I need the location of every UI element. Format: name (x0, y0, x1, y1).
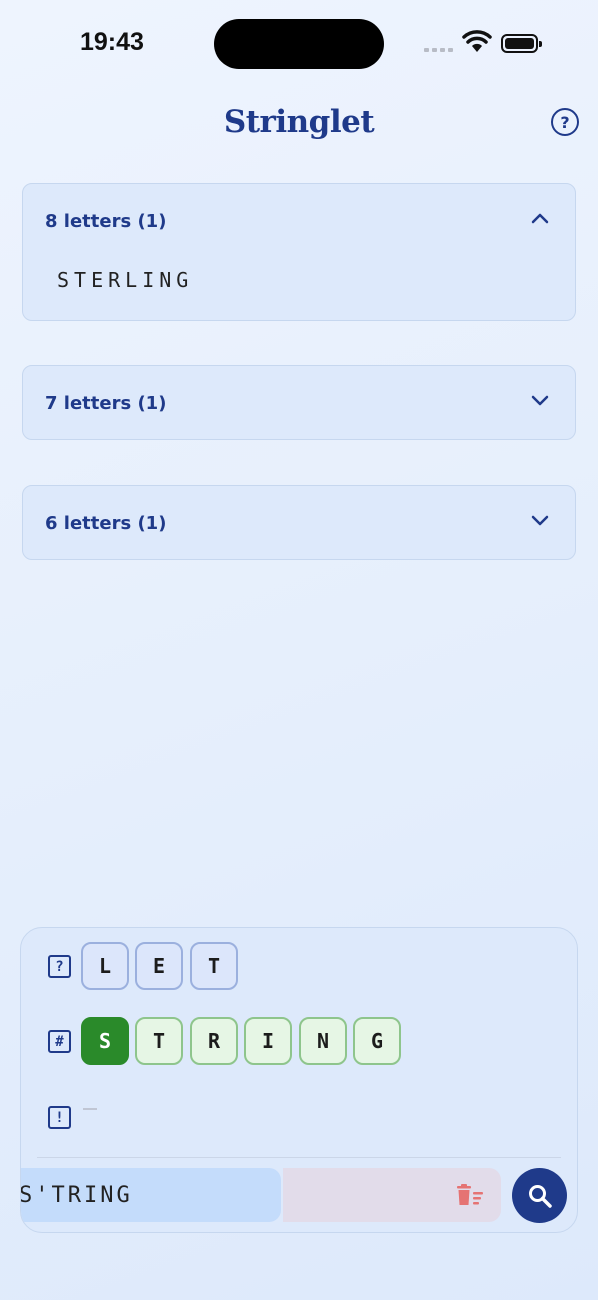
letter-tile[interactable]: N (299, 1017, 347, 1065)
letter-tile[interactable]: E (135, 942, 183, 990)
letter-input-card: ? L E T # S T R I N G ! S'TRING (20, 927, 578, 1233)
results-panel-7: 7 letters (1) (22, 365, 576, 440)
panel-header-7[interactable]: 7 letters (1) (45, 366, 166, 440)
letter-tile[interactable]: T (135, 1017, 183, 1065)
status-bar: 19:43 (0, 0, 598, 90)
chevron-down-icon[interactable] (531, 514, 549, 526)
trash-icon[interactable] (455, 1183, 485, 1207)
letter-tile[interactable]: G (353, 1017, 401, 1065)
fixed-letter-tile[interactable]: S (81, 1017, 129, 1065)
battery-icon (501, 34, 542, 53)
help-icon[interactable]: ? (551, 108, 579, 136)
search-icon (528, 1184, 552, 1208)
search-button[interactable] (512, 1168, 567, 1223)
dynamic-island (214, 19, 384, 69)
chevron-up-icon[interactable] (531, 212, 549, 224)
letter-tile[interactable]: I (244, 1017, 292, 1065)
signal-icon (424, 48, 453, 52)
result-word[interactable]: STERLING (57, 268, 193, 292)
letters-input[interactable]: S'TRING (21, 1168, 281, 1222)
empty-placeholder (83, 1108, 97, 1110)
app-title: Stringlet (223, 104, 375, 140)
status-time: 19:43 (80, 28, 144, 56)
letter-tile[interactable]: R (190, 1017, 238, 1065)
chevron-down-icon[interactable] (531, 394, 549, 406)
letter-tile[interactable]: T (190, 942, 238, 990)
letter-tile[interactable]: L (81, 942, 129, 990)
excluded-letters-icon: ! (48, 1106, 71, 1129)
divider (37, 1157, 561, 1158)
results-panel-8: 8 letters (1) STERLING (22, 183, 576, 321)
panel-header-6[interactable]: 6 letters (1) (45, 486, 166, 560)
known-letters-icon: # (48, 1030, 71, 1053)
panel-header-8[interactable]: 8 letters (1) (45, 184, 166, 258)
wifi-icon (462, 30, 492, 52)
clear-field (283, 1168, 501, 1222)
results-panel-6: 6 letters (1) (22, 485, 576, 560)
unknown-letters-icon: ? (48, 955, 71, 978)
